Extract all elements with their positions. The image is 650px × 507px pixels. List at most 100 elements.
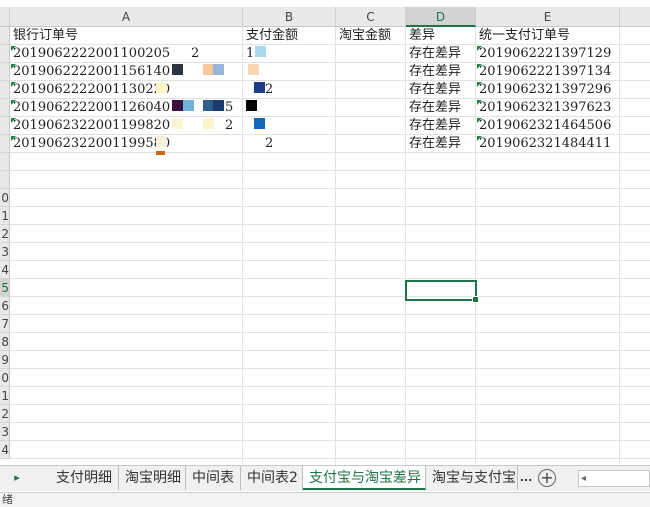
row-gridline (10, 260, 650, 261)
row-header[interactable]: 5 (0, 279, 10, 297)
column-header-d[interactable]: D (406, 7, 476, 27)
cell-b7[interactable]: 2 (262, 135, 273, 153)
cell-a7[interactable]: 2019062322001199580 (10, 135, 170, 153)
row-header[interactable] (0, 99, 10, 117)
row-gridline (10, 188, 650, 189)
row-header[interactable] (0, 117, 10, 135)
redaction-block (156, 151, 165, 155)
cell-d4[interactable]: 存在差异 (406, 81, 461, 99)
status-bar: 绪 (0, 492, 650, 507)
redaction-block (213, 100, 224, 111)
row-header[interactable] (0, 27, 10, 45)
cell-d5[interactable]: 存在差异 (406, 99, 461, 117)
row-gridline (10, 296, 650, 297)
cell-d7[interactable]: 存在差异 (406, 135, 461, 153)
sheet-tab-intermediate[interactable]: 中间表 (186, 466, 241, 490)
sheet-tab-bar: ▸ 支付明细 淘宝明细 中间表 中间表2 支付宝与淘宝差异 淘宝与支付宝 ...… (0, 465, 650, 491)
row-gridline (10, 278, 650, 279)
redaction-block (254, 118, 265, 129)
cell-a2-tail: 2 (191, 46, 200, 61)
sheet-tab-taobao-detail[interactable]: 淘宝明细 (119, 466, 186, 490)
row-header[interactable]: 4 (0, 441, 10, 459)
column-gridline (335, 27, 336, 465)
add-sheet-icon[interactable]: + (538, 469, 556, 487)
column-gridline (242, 27, 243, 465)
cell-b2[interactable]: 1 (243, 45, 254, 63)
row-header[interactable] (0, 81, 10, 99)
cell-a6-tail: 2 (225, 118, 234, 133)
redaction-block (213, 64, 224, 75)
select-all-corner[interactable] (0, 7, 10, 27)
sheet-tab-intermediate-2[interactable]: 中间表2 (241, 466, 303, 490)
cell-d2[interactable]: 存在差异 (406, 45, 461, 63)
cell-d3[interactable]: 存在差异 (406, 63, 461, 81)
row-header[interactable]: 1 (0, 387, 10, 405)
row-gridline (10, 170, 650, 171)
active-cell-selection[interactable] (405, 280, 479, 303)
row-gridline (10, 350, 650, 351)
cell-e4[interactable]: 2019062321397296 (476, 81, 611, 99)
column-gridline (619, 27, 620, 465)
redaction-block (183, 100, 194, 111)
row-header[interactable]: 2 (0, 225, 10, 243)
cell-e5[interactable]: 2019062321397623 (476, 99, 611, 117)
row-gridline (10, 458, 650, 459)
row-gridline (10, 242, 650, 243)
row-header[interactable]: 0 (0, 189, 10, 207)
cell-c1[interactable]: 淘宝金额 (336, 27, 391, 45)
row-header[interactable]: 7 (0, 315, 10, 333)
cell-e3[interactable]: 2019062221397134 (476, 63, 611, 81)
cell-e2[interactable]: 2019062221397129 (476, 45, 611, 63)
scroll-left-icon[interactable]: ◂ (581, 471, 586, 487)
row-header[interactable]: 1 (0, 207, 10, 225)
column-header-e[interactable]: E (476, 7, 620, 27)
row-header[interactable] (0, 135, 10, 153)
column-header-b[interactable]: B (243, 7, 336, 27)
sheet-tab-alipay-taobao-diff[interactable]: 支付宝与淘宝差异 (303, 466, 426, 490)
redaction-block (248, 64, 259, 75)
column-header-c[interactable]: C (336, 7, 406, 27)
redaction-block (172, 64, 183, 75)
cell-a6[interactable]: 2019062322001199820 (10, 117, 170, 135)
row-header[interactable]: 3 (0, 243, 10, 261)
row-header[interactable] (0, 153, 10, 171)
row-header[interactable]: 2 (0, 405, 10, 423)
cell-d6[interactable]: 存在差异 (406, 117, 461, 135)
row-gridline (10, 332, 650, 333)
row-gridline (10, 314, 650, 315)
more-sheets-ellipsis[interactable]: ... (517, 466, 535, 492)
row-header[interactable]: 9 (0, 351, 10, 369)
cell-e1[interactable]: 统一支付订单号 (476, 27, 570, 45)
status-text: 绪 (2, 493, 13, 506)
sheet-tab-taobao-alipay[interactable]: 淘宝与支付宝 (426, 466, 518, 490)
row-gridline (10, 224, 650, 225)
row-header[interactable] (0, 45, 10, 63)
row-header[interactable]: 3 (0, 423, 10, 441)
tab-scroll-next-button[interactable]: ▸ (8, 466, 26, 492)
row-header[interactable]: 4 (0, 261, 10, 279)
cell-a3[interactable]: 2019062222001156140 (10, 63, 170, 81)
row-header[interactable]: 0 (0, 369, 10, 387)
redaction-block (203, 118, 214, 129)
column-header-row: A B C D E (0, 7, 650, 27)
cell-a5[interactable]: 2019062222001126040 (10, 99, 170, 117)
row-header[interactable] (0, 63, 10, 81)
row-header[interactable]: 8 (0, 333, 10, 351)
cell-b1[interactable]: 支付金额 (243, 27, 298, 45)
cell-a2[interactable]: 2019062222001100205 (10, 45, 170, 63)
cell-d1[interactable]: 差异 (406, 27, 435, 45)
redaction-block (156, 82, 167, 93)
row-header[interactable]: 6 (0, 297, 10, 315)
redaction-block (172, 100, 183, 111)
column-header-a[interactable]: A (10, 7, 243, 27)
cell-a4[interactable]: 2019062222001130220 (10, 81, 170, 99)
cell-a1[interactable]: 银行订单号 (10, 27, 78, 45)
sheet-tab-payment-detail[interactable]: 支付明细 (50, 466, 119, 490)
cell-e7[interactable]: 2019062321484411 (476, 135, 611, 153)
redaction-block (172, 118, 183, 129)
cell-e6[interactable]: 2019062321464506 (476, 117, 611, 135)
row-header[interactable] (0, 171, 10, 189)
row-gridline (10, 386, 650, 387)
horizontal-scrollbar[interactable]: ◂ (578, 470, 650, 487)
row-gridline (10, 404, 650, 405)
